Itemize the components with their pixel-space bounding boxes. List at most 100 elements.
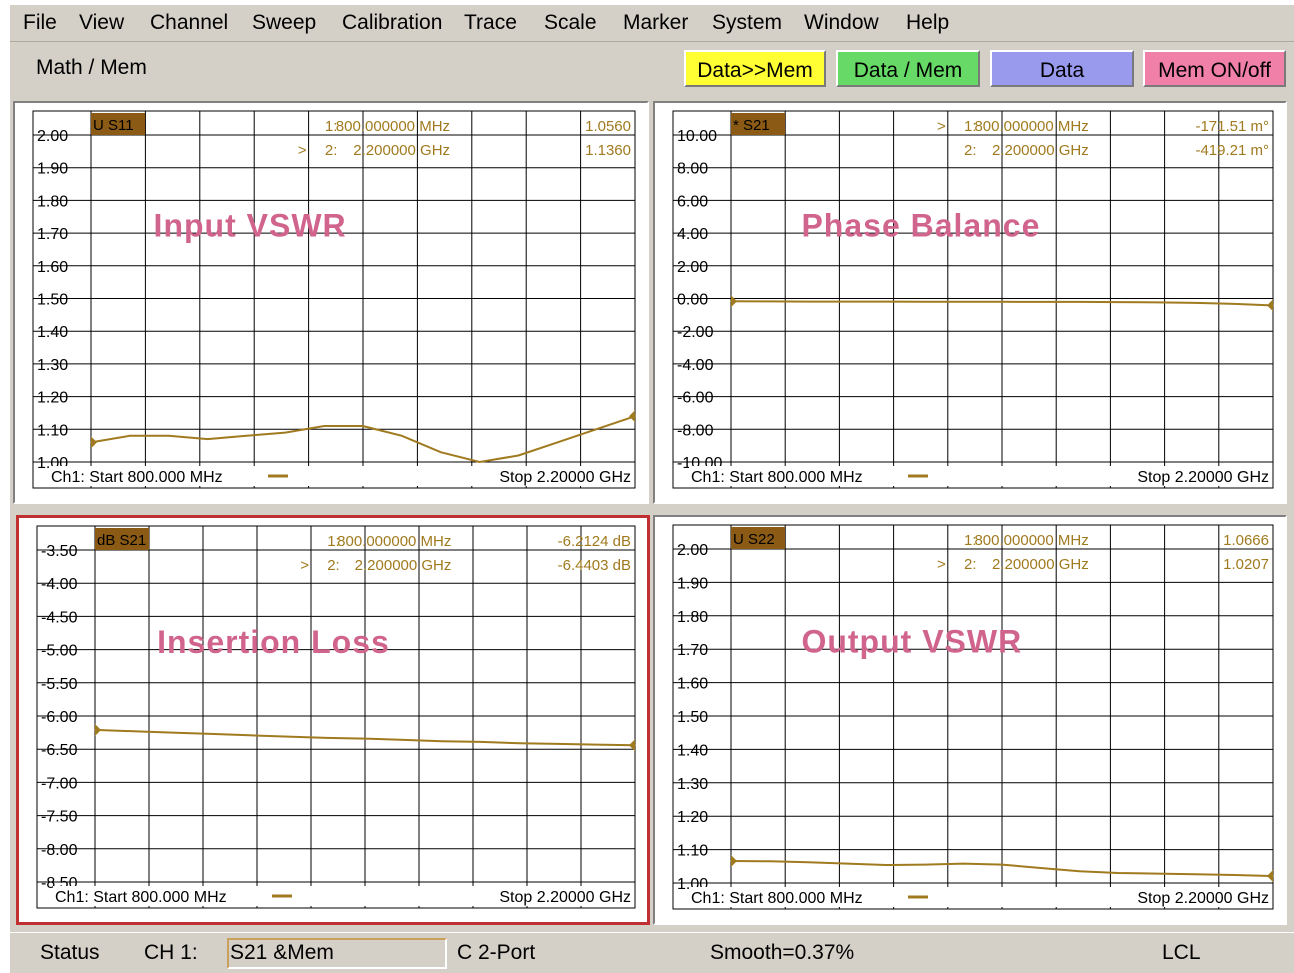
toolbar-title: Math / Mem bbox=[36, 56, 147, 79]
trace-badge-label: U S11 bbox=[93, 117, 134, 134]
status-trace: S21 &Mem bbox=[230, 941, 334, 964]
status-smooth: Smooth=0.37% bbox=[710, 941, 855, 964]
y-tick-label: -6.00 bbox=[41, 709, 78, 726]
sweep-start-label: Ch1: Start 800.000 MHz bbox=[691, 890, 863, 907]
y-tick-label: -3.50 bbox=[41, 543, 78, 560]
trace-point bbox=[1233, 303, 1236, 305]
mem-on-off-button[interactable]: Mem ON/off bbox=[1143, 50, 1286, 87]
marker-label: 2: bbox=[325, 142, 338, 159]
trace-point bbox=[595, 743, 598, 746]
marker-triangle bbox=[629, 410, 635, 423]
status-channel: CH 1: bbox=[144, 941, 198, 964]
trace-point bbox=[284, 431, 287, 434]
menu-scale[interactable]: Scale bbox=[544, 11, 597, 35]
status-ref: LCL bbox=[1162, 941, 1201, 964]
y-tick-label: 1.60 bbox=[37, 259, 68, 276]
marker-triangle bbox=[95, 723, 101, 736]
status-bar: Status CH 1: S21 &Mem C 2-Port Smooth=0.… bbox=[10, 932, 1294, 973]
trace-point bbox=[1117, 301, 1119, 303]
chart-area: 2.00 1.90 1.80 1.70 1.60 1.50 1.40 1.30 1.20 1.10… bbox=[10, 95, 1294, 931]
chart-panel-phase-balance[interactable]: 10.00 8.00 6.00 4.00 2.00 0.00 -2.00 -4.00 -6.00… bbox=[653, 101, 1287, 504]
trace-point bbox=[323, 425, 325, 427]
y-tick-label: -5.50 bbox=[41, 676, 78, 693]
marker-label: 2: bbox=[964, 142, 977, 159]
trace-point bbox=[402, 739, 405, 741]
sweep-start-label: Ch1: Start 800.000 MHz bbox=[691, 469, 863, 486]
trace-point bbox=[1156, 872, 1158, 875]
y-tick-label: 2.00 bbox=[677, 259, 708, 276]
chart-panel-output-vswr[interactable]: 2.00 1.90 1.80 1.70 1.60 1.50 1.40 1.30 1.20 1.10… bbox=[653, 515, 1287, 925]
marker-freq: 2.200000 GHz bbox=[992, 556, 1089, 573]
menu-trace[interactable]: Trace bbox=[464, 11, 517, 35]
y-tick-label: 1.60 bbox=[677, 676, 708, 693]
status-label: Status bbox=[40, 941, 100, 964]
y-tick-label: 1.50 bbox=[37, 292, 68, 309]
chart-svg: -3.50 -4.00 -4.50 -5.00 -5.50 -6.00 -6.50 -7.00… bbox=[36, 525, 636, 909]
trace-point bbox=[206, 438, 209, 440]
chart-title: Input VSWR bbox=[154, 207, 347, 243]
trace-point bbox=[401, 435, 403, 437]
marker-freq: 2.200000 GHz bbox=[355, 557, 452, 574]
y-tick-label: 1.30 bbox=[677, 776, 708, 793]
marker-value: 1.1360 bbox=[585, 142, 631, 159]
y-tick-label: 0.00 bbox=[677, 292, 708, 309]
menu-system[interactable]: System bbox=[712, 11, 782, 35]
data-to-mem-button[interactable]: Data>>Mem bbox=[684, 50, 826, 87]
menu-channel[interactable]: Channel bbox=[150, 11, 228, 35]
trace-point bbox=[885, 864, 887, 866]
chart-panel-input-vswr[interactable]: 2.00 1.90 1.80 1.70 1.60 1.50 1.40 1.30 1.20 1.10… bbox=[13, 101, 649, 504]
trace-point bbox=[923, 863, 926, 866]
trace-point bbox=[517, 454, 520, 457]
trace-point bbox=[362, 425, 364, 427]
trace-point bbox=[846, 862, 848, 865]
menu-marker[interactable]: Marker bbox=[623, 11, 688, 35]
active-marker-arrow: > bbox=[937, 556, 946, 573]
chart-panel-insertion-loss[interactable]: -3.50 -4.00 -4.50 -5.00 -5.50 -6.00 -6.50 -7.00… bbox=[16, 515, 650, 925]
menu-help[interactable]: Help bbox=[906, 11, 949, 35]
y-tick-label: 1.40 bbox=[677, 742, 708, 759]
y-tick-label: -5.00 bbox=[41, 643, 78, 660]
trace-point bbox=[1233, 874, 1236, 876]
trace-point bbox=[129, 435, 131, 437]
active-marker-arrow: > bbox=[300, 557, 309, 574]
y-tick-label: -7.00 bbox=[41, 775, 78, 792]
trace-point bbox=[846, 300, 848, 303]
marker-value: -419.21 m° bbox=[1195, 142, 1269, 159]
y-tick-label: 2.00 bbox=[37, 128, 68, 145]
trace-point bbox=[885, 300, 887, 303]
trace-point bbox=[807, 300, 810, 303]
menu-window[interactable]: Window bbox=[804, 11, 879, 35]
y-tick-label: 6.00 bbox=[677, 193, 708, 210]
menu-calibration[interactable]: Calibration bbox=[342, 11, 442, 35]
trace-point bbox=[1039, 867, 1042, 869]
trace-point bbox=[1001, 300, 1003, 303]
app-window: File View Channel Sweep Calibration Trac… bbox=[10, 5, 1294, 973]
active-marker-arrow: > bbox=[298, 142, 307, 159]
trace-point bbox=[364, 737, 366, 740]
y-tick-label: -8.00 bbox=[677, 422, 714, 439]
trace-point bbox=[478, 461, 481, 463]
y-tick-label: 1.20 bbox=[37, 390, 68, 407]
y-tick-label: -6.00 bbox=[677, 390, 714, 407]
marker-freq: 800.000000 MHz bbox=[974, 532, 1088, 549]
trace-point bbox=[171, 731, 173, 734]
data-div-mem-button[interactable]: Data / Mem bbox=[836, 50, 980, 87]
trace-point bbox=[248, 734, 251, 737]
y-tick-label: -7.50 bbox=[41, 809, 78, 826]
trace-point bbox=[287, 735, 289, 738]
sweep-stop-label: Stop 2.20000 GHz bbox=[499, 889, 631, 906]
marker-value: 1.0666 bbox=[1223, 532, 1269, 549]
trace-point bbox=[325, 737, 328, 739]
trace-badge-label: * S21 bbox=[733, 117, 770, 134]
y-tick-label: -2.00 bbox=[677, 324, 714, 341]
y-tick-label: 1.20 bbox=[677, 809, 708, 826]
data-button[interactable]: Data bbox=[990, 50, 1134, 87]
trace-point bbox=[209, 733, 212, 735]
menu-sweep[interactable]: Sweep bbox=[252, 11, 316, 35]
menu-file[interactable]: File bbox=[23, 11, 57, 35]
y-tick-label: 2.00 bbox=[677, 542, 708, 559]
y-tick-label: -6.50 bbox=[41, 742, 78, 759]
marker-freq: 800.000000 MHz bbox=[974, 118, 1088, 135]
trace-point bbox=[441, 740, 443, 743]
menu-view[interactable]: View bbox=[79, 11, 124, 35]
